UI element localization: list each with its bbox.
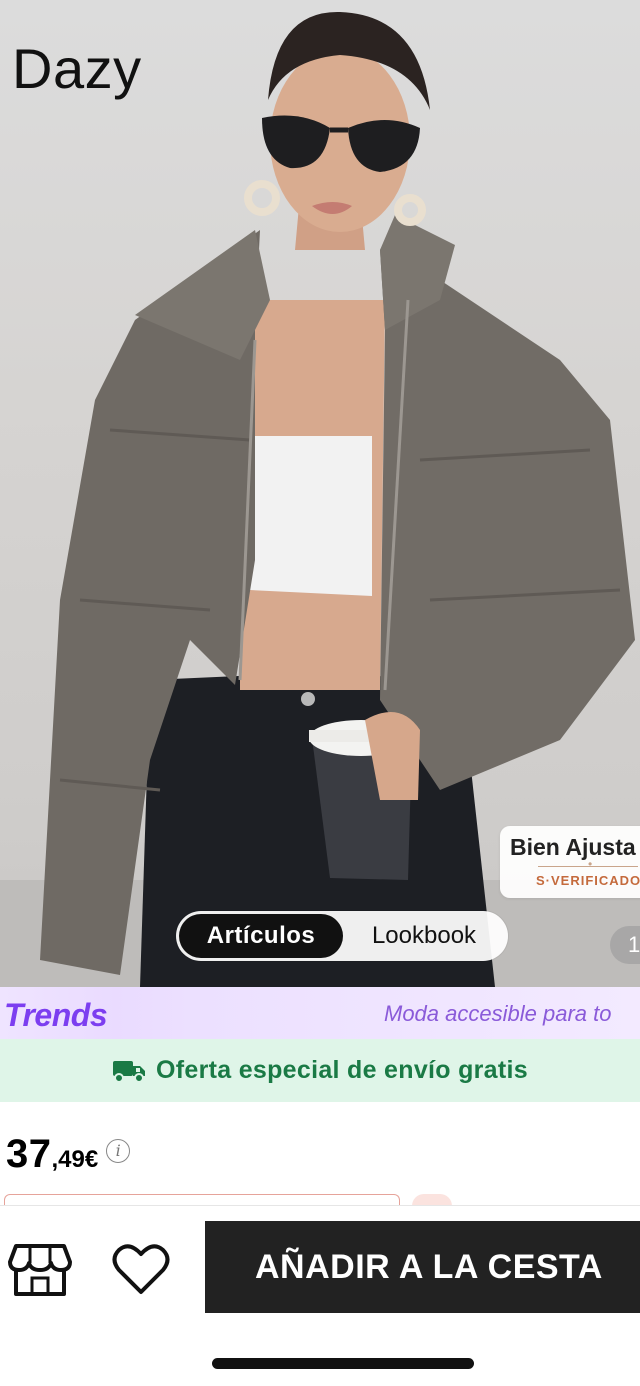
- tab-articulos[interactable]: Artículos: [179, 914, 343, 958]
- bottom-action-bar: AÑADIR A LA CESTA: [0, 1205, 640, 1386]
- image-counter: 1: [610, 926, 640, 964]
- home-indicator[interactable]: [212, 1358, 474, 1369]
- fit-badge-divider: [538, 857, 638, 871]
- product-price: 37 ,49€ i: [6, 1132, 131, 1177]
- fit-badge-subtitle: S·VERIFICADO: [536, 873, 640, 888]
- brand-name[interactable]: Dazy: [12, 36, 142, 101]
- heart-icon[interactable]: [112, 1242, 170, 1296]
- trends-logo: Trends: [4, 997, 108, 1033]
- view-switch: Artículos Lookbook: [176, 911, 508, 961]
- free-shipping-text: Oferta especial de envío gratis: [156, 1056, 528, 1084]
- truck-icon: [113, 1060, 146, 1083]
- tab-lookbook[interactable]: Lookbook: [343, 914, 505, 958]
- fit-verified-badge[interactable]: Bien Ajusta S·VERIFICADO: [500, 826, 640, 898]
- trends-banner[interactable]: Trends Moda accesible para to: [0, 987, 640, 1039]
- free-shipping-banner[interactable]: Oferta especial de envío gratis: [0, 1039, 640, 1102]
- trends-tagline: Moda accesible para to: [384, 1001, 612, 1026]
- price-integer: 37: [6, 1132, 52, 1176]
- fit-badge-title: Bien Ajusta: [510, 834, 636, 860]
- store-icon[interactable]: [8, 1242, 72, 1298]
- info-icon[interactable]: i: [106, 1138, 131, 1163]
- add-to-cart-button[interactable]: AÑADIR A LA CESTA: [205, 1221, 640, 1313]
- price-decimal: ,49€: [51, 1146, 99, 1173]
- product-image[interactable]: Dazy Bien Ajusta S·VERIFICADO Artículos …: [0, 0, 640, 987]
